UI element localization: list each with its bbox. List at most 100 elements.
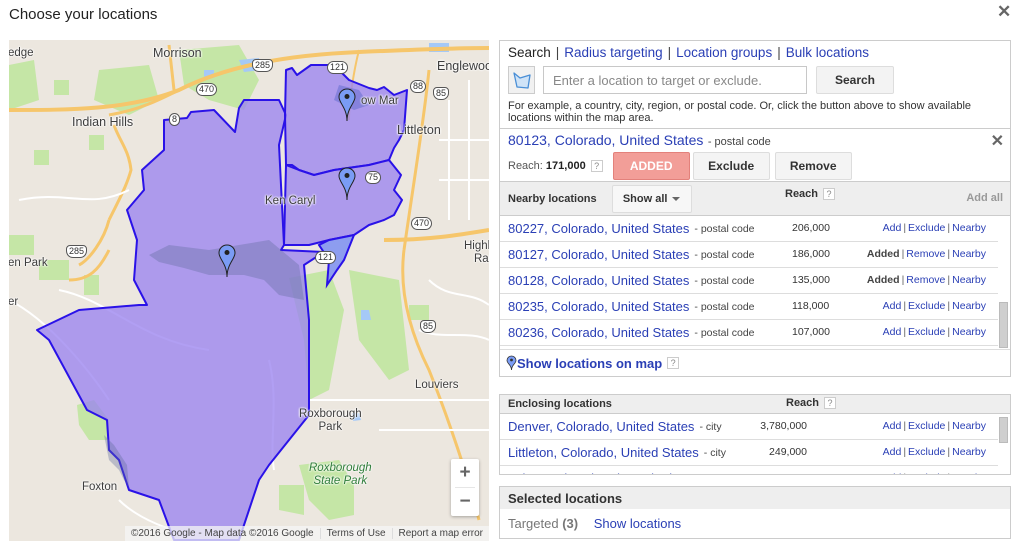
remove-link[interactable]: Remove — [906, 274, 945, 286]
exclude-link[interactable]: Exclude — [908, 326, 945, 338]
reach-label: Reach: 171,000 — [508, 160, 586, 172]
exclude-link[interactable]: Exclude — [908, 446, 945, 458]
zoom-in-button[interactable]: + — [451, 459, 479, 487]
location-search-input[interactable] — [543, 66, 807, 94]
close-icon[interactable]: ✕ — [997, 2, 1011, 22]
nearby-row: 80128, Colorado, United States - postal c… — [500, 268, 998, 294]
location-name-link[interactable]: Lakewood, Colorado, United States — [508, 471, 713, 474]
add-link[interactable]: Add — [883, 446, 902, 458]
map-label-highlands-ranch-line1: Highla — [464, 240, 489, 252]
added-status: Added — [866, 274, 900, 286]
dialog-title: Choose your locations — [9, 6, 158, 23]
add-link[interactable]: Add — [883, 472, 902, 474]
nearby-row: 80235, Colorado, United States - postal c… — [500, 294, 998, 320]
add-all-link[interactable]: Add all — [966, 192, 1003, 204]
location-reach: 206,000 — [792, 222, 830, 234]
add-link[interactable]: Add — [883, 300, 902, 312]
added-button[interactable]: ADDED — [612, 152, 690, 180]
nearby-link[interactable]: Nearby — [952, 248, 986, 260]
selected-locations-title: Selected locations — [500, 487, 1010, 509]
tab-search[interactable]: Search — [508, 45, 551, 60]
tab-bulk-locations[interactable]: Bulk locations — [786, 45, 869, 60]
polygon-icon — [512, 72, 531, 89]
add-link[interactable]: Add — [883, 326, 902, 338]
reach-label-text: Reach: — [508, 160, 543, 172]
nearby-link[interactable]: Nearby — [952, 274, 986, 286]
map[interactable]: edge Morrison Indian Hills Englewoo ow M… — [9, 40, 489, 541]
exclude-link[interactable]: Exclude — [908, 420, 945, 432]
tab-radius-targeting[interactable]: Radius targeting — [564, 45, 662, 60]
map-label-edge: edge — [9, 47, 34, 59]
nearby-link[interactable]: Nearby — [952, 446, 986, 458]
location-name-link[interactable]: 80227, Colorado, United States — [508, 221, 689, 236]
exclude-link[interactable]: Exclude — [908, 300, 945, 312]
remove-button[interactable]: Remove — [774, 152, 852, 180]
terms-of-use-link[interactable]: Terms of Use — [319, 528, 392, 539]
search-button[interactable]: Search — [816, 66, 894, 94]
highway-shield-75: 75 — [365, 171, 382, 184]
highway-shield-88: 88 — [410, 80, 427, 93]
enclosing-locations-panel: Enclosing locations Reach? Denver, Color… — [499, 394, 1011, 475]
highway-shield-285: 285 — [252, 59, 274, 72]
map-label-bow-mar: ow Mar — [361, 95, 399, 107]
location-type: - postal code — [694, 222, 755, 235]
show-locations-on-map-link[interactable]: Show locations on map — [517, 356, 662, 371]
map-pin-icon[interactable] — [218, 244, 236, 278]
location-name-link[interactable]: 80127, Colorado, United States — [508, 247, 689, 262]
zoom-out-button[interactable]: − — [451, 488, 479, 516]
location-type: - postal code — [694, 248, 755, 261]
add-link[interactable]: Add — [883, 420, 902, 432]
reach-header-text: Reach — [785, 188, 819, 200]
location-type: - city — [703, 446, 726, 459]
row-actions: Added | Remove | Nearby — [866, 274, 986, 286]
nearby-scrollbar[interactable] — [999, 302, 1008, 348]
location-name-link[interactable]: 80236, Colorado, United States — [508, 325, 689, 340]
show-all-dropdown[interactable]: Show all — [611, 184, 692, 213]
nearby-link[interactable]: Nearby — [952, 300, 986, 312]
nearby-link[interactable]: Nearby — [952, 326, 986, 338]
highway-shield-470-east: 470 — [411, 217, 433, 230]
map-area-button[interactable] — [508, 66, 535, 94]
map-footer: ©2016 Google - Map data ©2016 Google Ter… — [124, 526, 489, 541]
nearby-header: Nearby locations Show all Reach? Add all — [500, 182, 1010, 216]
targeted-count: Targeted (3) — [508, 516, 578, 531]
map-pin-icon[interactable] — [338, 88, 356, 122]
search-tabs: Search | Radius targeting | Location groups |… — [508, 45, 870, 60]
map-copyright: ©2016 Google - Map data ©2016 Google — [130, 528, 314, 539]
row-actions: Add|Exclude|Nearby — [882, 326, 986, 338]
show-locations-on-map[interactable]: Show locations on map ? — [500, 350, 1010, 376]
nearby-link[interactable]: Nearby — [952, 222, 986, 234]
targeted-label: Targeted — [508, 516, 559, 531]
close-icon[interactable]: ✕ — [991, 131, 1004, 151]
enclosing-scrollbar[interactable] — [999, 417, 1008, 443]
map-label-foxton: Foxton — [82, 481, 118, 493]
enclosing-row: Littleton, Colorado, United States - city… — [500, 440, 998, 466]
location-name-link[interactable]: Littleton, Colorado, United States — [508, 445, 699, 460]
help-icon[interactable]: ? — [824, 397, 837, 410]
nearby-link[interactable]: Nearby — [952, 472, 986, 474]
location-name-link[interactable]: Denver, Colorado, United States — [508, 419, 694, 434]
map-pin-icon[interactable] — [338, 167, 356, 201]
help-icon[interactable]: ? — [590, 160, 603, 172]
selected-result: 80123, Colorado, United States - postal … — [500, 129, 1010, 182]
tab-location-groups[interactable]: Location groups — [676, 45, 772, 60]
report-map-error-link[interactable]: Report a map error — [391, 528, 489, 539]
exclude-button[interactable]: Exclude — [692, 152, 770, 180]
enclosing-row: Denver, Colorado, United States - city 3,7… — [500, 414, 998, 440]
add-link[interactable]: Add — [883, 222, 902, 234]
show-locations-link[interactable]: Show locations — [594, 516, 681, 531]
exclude-link[interactable]: Exclude — [908, 222, 945, 234]
location-name-link[interactable]: 80235, Colorado, United States — [508, 299, 689, 314]
exclude-link[interactable]: Exclude — [908, 472, 945, 474]
show-all-label: Show all — [622, 192, 668, 205]
nearby-link[interactable]: Nearby — [952, 420, 986, 432]
selected-result-name[interactable]: 80123, Colorado, United States — [508, 132, 703, 148]
map-label-roxborough-park-line1: Roxborough — [299, 408, 362, 420]
help-icon[interactable]: ? — [823, 188, 836, 201]
added-status: Added — [866, 248, 900, 260]
map-zoom-control: + − — [451, 459, 479, 516]
help-icon[interactable]: ? — [667, 357, 680, 369]
highway-shield-121-south: 121 — [315, 251, 337, 264]
remove-link[interactable]: Remove — [906, 248, 945, 260]
location-name-link[interactable]: 80128, Colorado, United States — [508, 273, 689, 288]
